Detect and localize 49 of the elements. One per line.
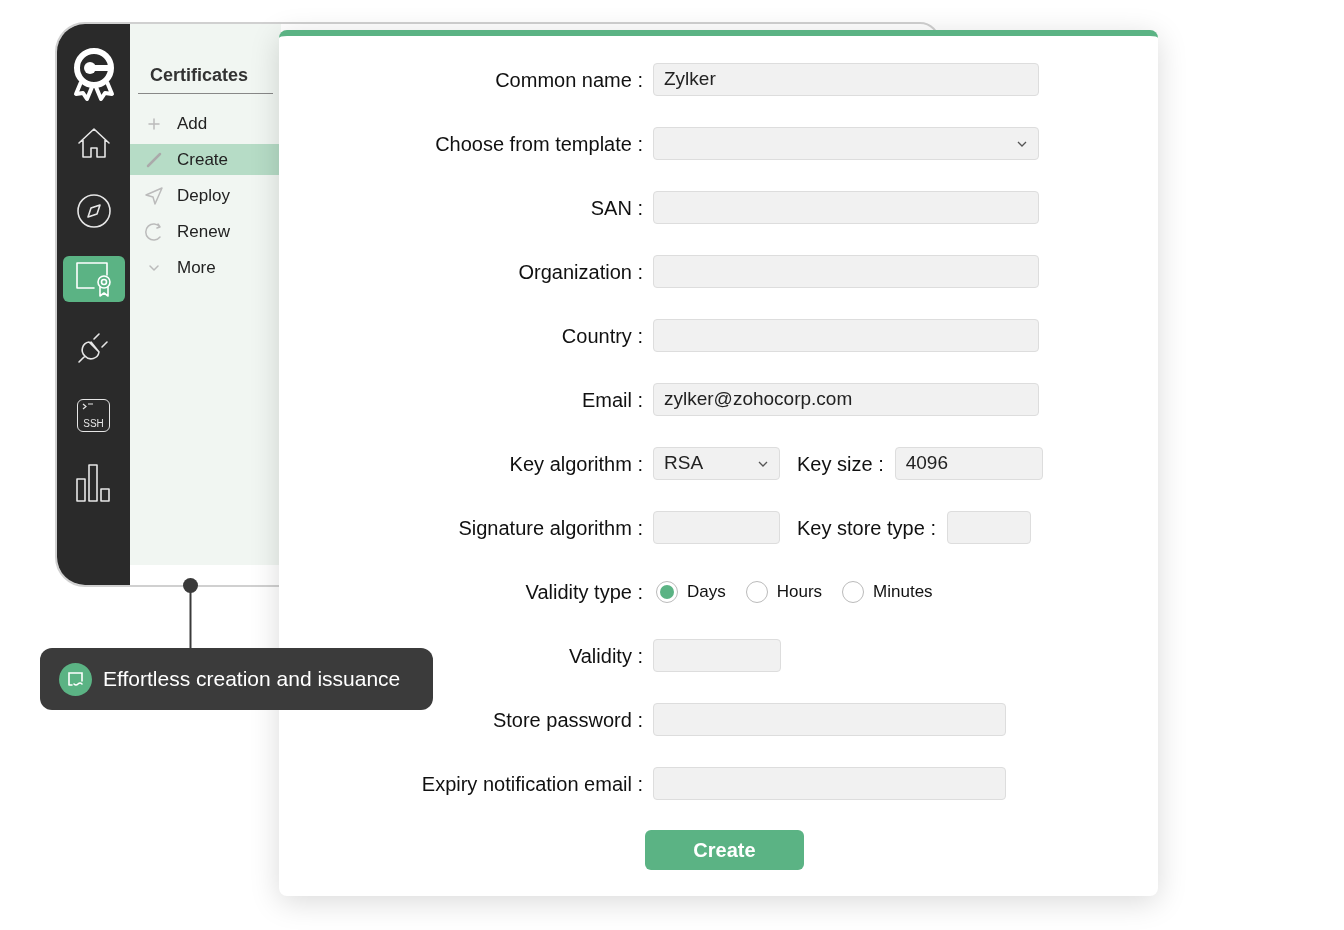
field-label: Common name :	[495, 67, 643, 93]
caret-icon	[757, 459, 769, 468]
field-label: Store password :	[492, 707, 643, 733]
field-label: Choose from template :	[435, 131, 643, 157]
radio-option[interactable]: Minutes	[842, 578, 933, 605]
submenu-item[interactable]: Add	[130, 108, 281, 139]
field-label: Expiry notification email :	[421, 771, 643, 797]
text-field[interactable]	[653, 191, 1039, 224]
radio-button[interactable]	[745, 580, 768, 603]
field-label: Validity :	[568, 643, 643, 669]
text-field[interactable]: 4096	[894, 447, 1043, 480]
field-label: Email :	[581, 387, 643, 413]
field-label: Key store type :	[797, 515, 936, 541]
pencil-icon	[145, 151, 162, 168]
radio-option[interactable]: Days	[656, 578, 726, 605]
refresh-icon	[144, 221, 163, 242]
text-field[interactable]	[946, 511, 1031, 544]
text-field[interactable]	[653, 639, 781, 672]
field-label: SAN :	[590, 195, 643, 221]
text-field[interactable]: Zylker	[653, 63, 1039, 96]
text-field[interactable]	[653, 319, 1039, 352]
field-label: Key size :	[797, 451, 884, 477]
caret-icon	[1016, 139, 1028, 148]
field-label: Key algorithm :	[509, 451, 643, 477]
text-field[interactable]: zylker@zohocorp.com	[653, 383, 1039, 416]
text-field[interactable]	[653, 767, 1006, 800]
chevron-down-icon	[146, 262, 161, 273]
field-label: Signature algorithm :	[458, 515, 643, 541]
submenu-item[interactable]: Create	[130, 144, 281, 175]
submenu-title: Certificates	[138, 62, 273, 94]
radio-option[interactable]: Hours	[745, 578, 823, 605]
certificate-icon	[59, 662, 92, 696]
submenu-item[interactable]: Renew	[130, 216, 281, 247]
text-field[interactable]	[653, 511, 780, 544]
certificate-icon[interactable]	[62, 256, 125, 302]
callout-text: Effortless creation and issuance	[103, 666, 401, 693]
dropdown-field[interactable]	[653, 127, 1039, 160]
text-field[interactable]	[653, 703, 1006, 736]
dropdown-field[interactable]: RSA	[653, 447, 780, 480]
field-label: Country :	[561, 323, 643, 349]
submenu-item[interactable]: Deploy	[130, 180, 281, 211]
field-label: Organization :	[518, 259, 643, 285]
send-icon	[143, 185, 164, 206]
plus-icon	[146, 116, 161, 131]
submenu-item[interactable]: More	[130, 252, 281, 283]
text-field[interactable]	[653, 255, 1039, 288]
field-label: Validity type :	[525, 579, 643, 605]
radio-button[interactable]	[842, 580, 865, 603]
radio-button[interactable]	[656, 580, 678, 603]
